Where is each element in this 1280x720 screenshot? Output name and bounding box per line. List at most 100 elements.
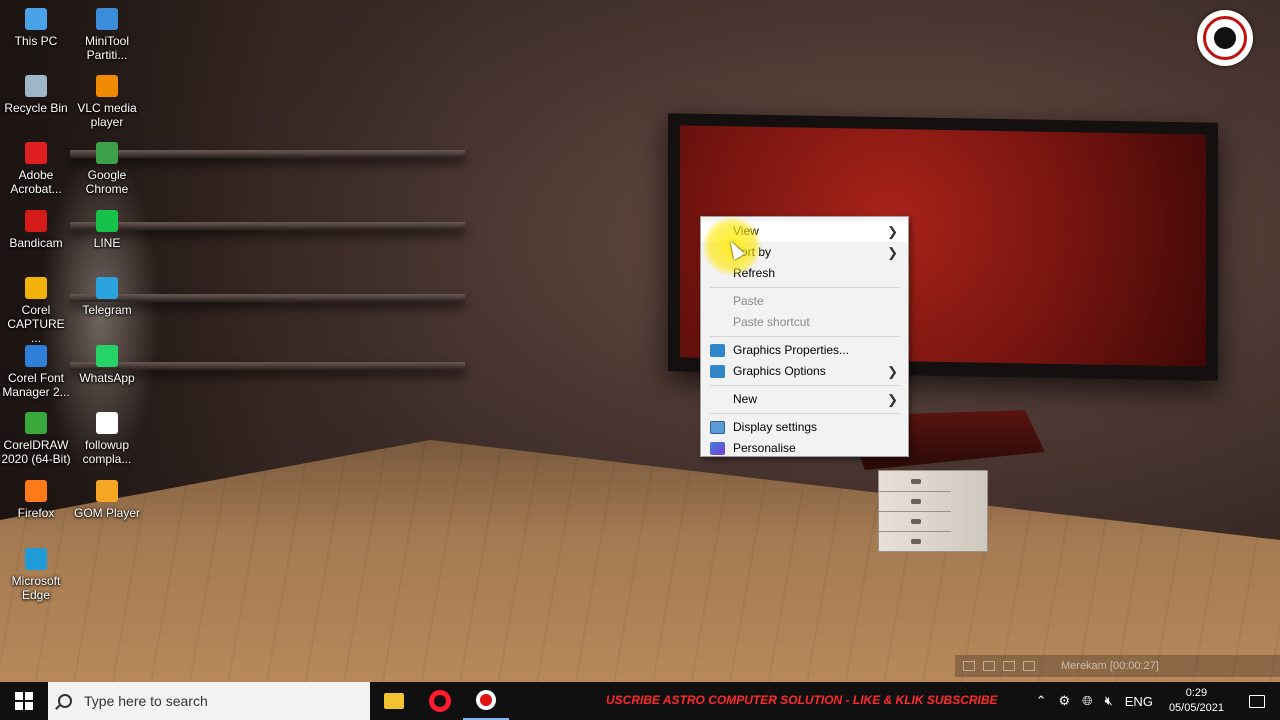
search-box[interactable]: Type here to search [48,682,370,720]
chrome-icon [96,142,118,164]
desktop-icon-label: Telegram [82,303,132,317]
desktop-icon-label: Bandicam [9,236,63,250]
corel-capture-icon [25,277,47,299]
logo-emblem-icon [1214,27,1236,49]
language-indicator[interactable]: ENG [1119,694,1159,709]
menu-item-label: Paste shortcut [733,315,810,329]
chevron-right-icon: ❯ [887,245,898,260]
menu-separator [710,413,899,414]
desktop-icon-corel-capture[interactable]: Corel CAPTURE ... [1,277,71,345]
windows-logo-icon [15,692,33,710]
chevron-right-icon: ❯ [887,392,898,407]
menu-item-graphics-properties[interactable]: Graphics Properties... [701,340,908,361]
recorder-search-icon[interactable] [1003,661,1015,671]
clock[interactable]: 0:29 05/05/2021 [1159,686,1234,716]
menu-separator [710,287,899,288]
corel-font-icon [25,345,47,367]
desktop-icon-this-pc[interactable]: This PC [1,8,71,48]
desktop-icon-label: MiniTool Partiti... [84,34,129,62]
desktop-icon-label: Firefox [17,506,55,520]
menu-item-label: Graphics Properties... [733,343,850,357]
taskbar-bandicam[interactable] [463,682,509,720]
desktop-icon-edge[interactable]: Microsoft Edge [1,548,71,602]
desktop-icon-label: Corel CAPTURE ... [7,303,65,345]
desktop-icon-label: followup compla... [82,438,132,466]
minitool-icon [96,8,118,30]
taskbar-opera[interactable] [417,682,463,720]
menu-separator [710,336,899,337]
desktop-icon-label: GOM Player [73,506,140,520]
taskbar-file-explorer[interactable] [371,682,417,720]
clock-time: 0:29 [1185,687,1208,699]
tray-app-icon[interactable]: ⚙ [1053,693,1077,709]
bandicam-icon [25,210,47,232]
desktop-icon-minitool[interactable]: MiniTool Partiti... [72,8,142,62]
menu-item-graphics-options[interactable]: Graphics Options ❯ [701,361,908,382]
search-icon [58,694,72,708]
gom-player-icon [96,480,118,502]
desktop-icon-recycle-bin[interactable]: Recycle Bin [1,75,71,115]
desktop-icon-corel-font[interactable]: Corel Font Manager 2... [1,345,71,399]
clock-date: 05/05/2021 [1168,702,1224,714]
desktop-icon-gom-player[interactable]: GOM Player [72,480,142,520]
file-explorer-icon [384,693,404,709]
desktop-icon-label: This PC [14,34,58,48]
recorder-region-icon[interactable] [1023,661,1035,671]
desktop-icon-label: Microsoft Edge [11,574,61,602]
chevron-up-icon[interactable]: ⌃ [1030,693,1053,709]
opera-icon [429,690,451,712]
menu-item-label: Display settings [733,420,818,434]
menu-item-paste-shortcut[interactable]: Paste shortcut [701,312,908,333]
desktop-icon-line[interactable]: LINE [72,210,142,250]
recorder-status: Merekam [00:00:27] [1061,660,1159,672]
action-center-button[interactable] [1234,682,1280,720]
menu-item-label: Graphics Options [733,364,826,378]
firefox-icon [25,480,47,502]
intel-graphics-icon [710,365,725,378]
wallpaper-cabinet [878,470,988,552]
desktop-icon-label: LINE [93,236,121,250]
menu-item-label: New [733,392,758,406]
menu-item-personalise[interactable]: Personalise [701,438,908,459]
line-icon [96,210,118,232]
acrobat-icon [25,142,47,164]
menu-item-display-settings[interactable]: Display settings [701,417,908,438]
speaker-muted-icon[interactable]: 🔇︎ [1099,693,1119,709]
desktop-icon-coreldraw[interactable]: CorelDRAW 2020 (64-Bit) [1,412,71,466]
desktop-icon-document[interactable]: followup compla... [72,412,142,466]
taskbar: Type here to search USCRIBE ASTRO COMPUT… [0,682,1280,720]
desktop-icon-vlc[interactable]: VLC media player [72,75,142,129]
desktop-icon-firefox[interactable]: Firefox [1,480,71,520]
menu-item-label: Personalise [733,441,796,455]
desktop-icon-label: VLC media player [77,101,137,129]
desktop-icon-acrobat[interactable]: Adobe Acrobat... [1,142,71,196]
system-tray: ⌃ ⚙ 🌐︎ 🔇︎ ENG 0:29 05/05/2021 [1030,682,1280,720]
desktop-icon-bandicam[interactable]: Bandicam [1,210,71,250]
desktop[interactable]: This PC MiniTool Partiti... Recycle Bin VLC… [0,0,1280,682]
desktop-icon-telegram[interactable]: Telegram [72,277,142,317]
recorder-window-icon[interactable] [983,661,995,671]
personalise-icon [710,442,725,455]
menu-item-new[interactable]: New ❯ [701,389,908,410]
recorder-collapse-icon[interactable] [963,661,975,671]
recycle-bin-icon [25,75,47,97]
display-icon [710,421,725,434]
intel-graphics-icon [710,344,725,357]
bandicam-icon [476,690,496,710]
search-placeholder: Type here to search [84,693,208,709]
menu-item-paste[interactable]: Paste [701,291,908,312]
this-pc-icon [25,8,47,30]
desktop-icon-chrome[interactable]: Google Chrome [72,142,142,196]
document-icon [96,412,118,434]
start-button[interactable] [0,682,48,720]
network-icon[interactable]: 🌐︎ [1076,693,1098,709]
whatsapp-icon [96,345,118,367]
menu-separator [710,385,899,386]
subscribe-marquee: USCRIBE ASTRO COMPUTER SOLUTION - LIKE &… [606,693,998,707]
desktop-icon-whatsapp[interactable]: WhatsApp [72,345,142,385]
desktop-icon-label: WhatsApp [79,371,135,385]
desktop-icon-label: CorelDRAW 2020 (64-Bit) [1,438,71,466]
notification-icon [1249,694,1265,708]
menu-item-label: Paste [733,294,764,308]
desktop-icon-label: Recycle Bin [4,101,68,115]
